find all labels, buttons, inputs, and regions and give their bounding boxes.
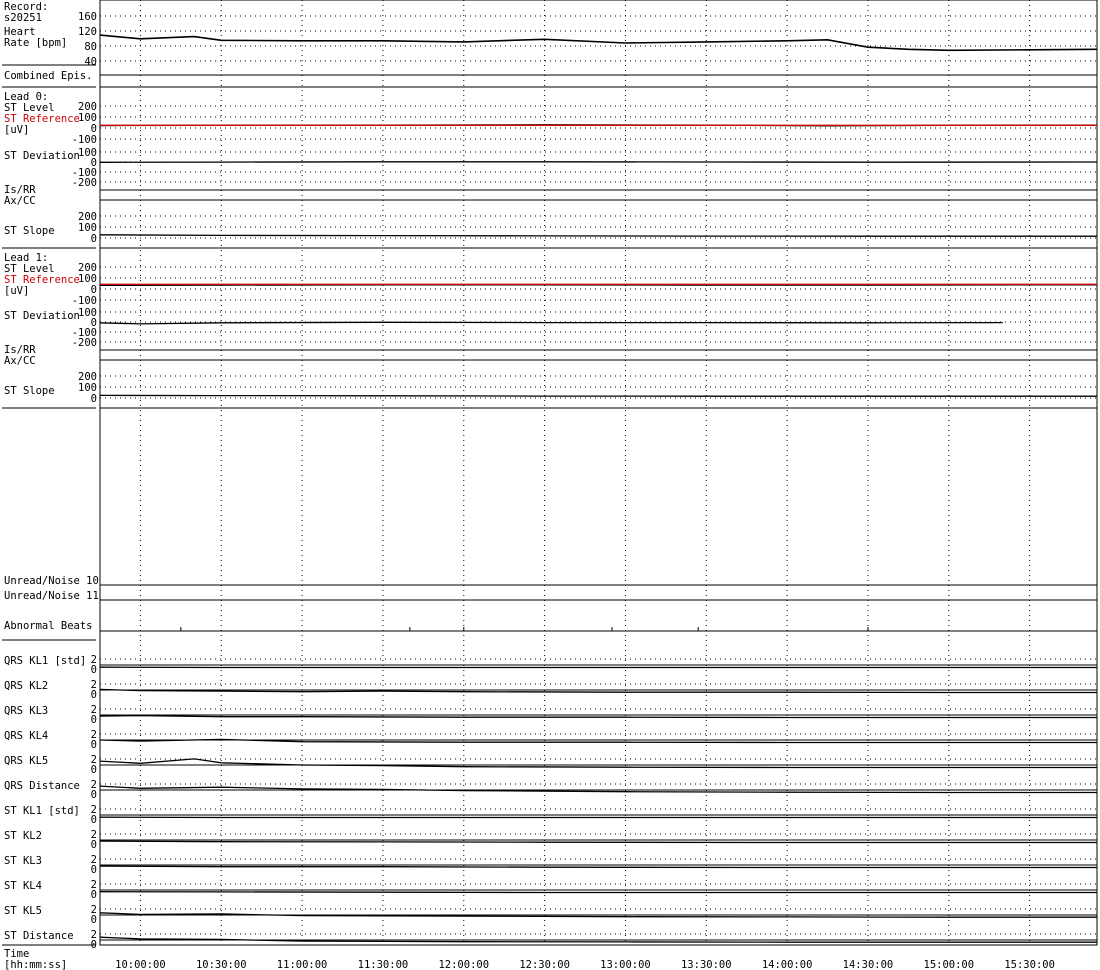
y-tick-label-qrs_kl1: 0 xyxy=(91,664,97,676)
panel-label-hr: Rate [bpm] xyxy=(4,37,67,49)
panel-label-qrs_kl2: QRS KL2 xyxy=(4,680,48,692)
panel-label-lead1_dev: ST Deviation xyxy=(4,310,80,322)
panel-labels: HeartRate [bpm]1601208040Combined Epis.L… xyxy=(4,11,99,951)
series-st_kl2 xyxy=(99,840,1097,844)
panel-label-lead1_level: [uV] xyxy=(4,285,29,297)
y-tick-label-qrs_kl3: 0 xyxy=(91,714,97,726)
y-tick-label-hr: 120 xyxy=(78,26,97,38)
y-tick-label-lead0_dev: -200 xyxy=(72,177,97,189)
panel-label-lead0_level: [uV] xyxy=(4,124,29,136)
y-tick-label-lead1_level: -100 xyxy=(72,295,97,307)
series-qrs_kl3 xyxy=(99,714,1097,719)
panel-label-noise11: Unread/Noise 11 xyxy=(4,590,99,602)
time-tick-label: 14:00:00 xyxy=(762,959,813,970)
panel-label-st_dist: ST Distance xyxy=(4,930,74,942)
series-lead1_dev xyxy=(99,321,1003,325)
y-tick-label-st_kl3: 0 xyxy=(91,864,97,876)
panel-label-st_kl4: ST KL4 xyxy=(4,880,42,892)
time-tick-label: 13:30:00 xyxy=(681,959,732,970)
time-tick-label: 11:00:00 xyxy=(277,959,328,970)
y-tick-label-lead0_level: -100 xyxy=(72,134,97,146)
time-tick-label: 10:30:00 xyxy=(196,959,247,970)
y-tick-label-lead1_slope: 0 xyxy=(91,393,97,405)
panel-label-qrs_kl4: QRS KL4 xyxy=(4,730,48,742)
panel-label-combined: Combined Epis. xyxy=(4,70,93,82)
panel-label-qrs_kl1: QRS KL1 [std] xyxy=(4,655,86,667)
y-tick-label-st_kl5: 0 xyxy=(91,914,97,926)
panel-label-st_kl5: ST KL5 xyxy=(4,905,42,917)
panel-label-qrs_dist: QRS Distance xyxy=(4,780,80,792)
time-tick-label: 10:00:00 xyxy=(115,959,166,970)
series-st_kl3 xyxy=(99,865,1097,869)
st-analysis-chart: 10:00:00 10:30:00 11:00:00 11:30:00 12:00:00… xyxy=(2,0,1098,970)
time-tick-label: 12:30:00 xyxy=(519,959,570,970)
panel-label-lead1_slope: ST Slope xyxy=(4,385,55,397)
record-id: s20251 xyxy=(4,12,42,24)
series-st_kl4 xyxy=(99,891,1097,894)
traces xyxy=(99,34,1098,943)
y-tick-label-qrs_kl4: 0 xyxy=(91,739,97,751)
y-tick-label-qrs_kl2: 0 xyxy=(91,689,97,701)
y-tick-label-st_kl1: 0 xyxy=(91,814,97,826)
y-tick-label-st_kl2: 0 xyxy=(91,839,97,851)
series-lead0_slope xyxy=(99,234,1097,237)
panel-label-lead1_isrr: Ax/CC xyxy=(4,355,36,367)
series-qrs_dist xyxy=(99,785,1097,794)
panel-label-abnormal: Abnormal Beats xyxy=(4,620,93,632)
y-tick-label-hr: 40 xyxy=(84,56,97,68)
panel-label-st_kl3: ST KL3 xyxy=(4,855,42,867)
panel-label-st_kl1: ST KL1 [std] xyxy=(4,805,80,817)
y-tick-label-qrs_kl5: 0 xyxy=(91,764,97,776)
series-lead0_dev xyxy=(99,161,1098,163)
series-hr xyxy=(99,34,1098,52)
time-tick-label: 15:00:00 xyxy=(924,959,975,970)
time-grid: 10:00:00 10:30:00 11:00:00 11:30:00 12:00:00… xyxy=(100,0,1097,970)
panel-label-qrs_kl5: QRS KL5 xyxy=(4,755,48,767)
panel-label-lead0_isrr: Ax/CC xyxy=(4,195,36,207)
plot-border xyxy=(99,0,1098,946)
time-tick-label: 11:30:00 xyxy=(358,959,409,970)
time-tick-label: 13:00:00 xyxy=(600,959,651,970)
y-tick-label-st_dist: 0 xyxy=(91,939,97,951)
panel-label-noise10: Unread/Noise 10 xyxy=(4,575,99,587)
y-tick-label-hr: 160 xyxy=(78,11,97,23)
panel-label-qrs_kl3: QRS KL3 xyxy=(4,705,48,717)
plot-frame xyxy=(2,0,1098,946)
time-tick-label: 12:00:00 xyxy=(438,959,489,970)
y-tick-label-hr: 80 xyxy=(84,41,97,53)
time-axis-unit: [hh:mm:ss] xyxy=(4,959,67,970)
y-tick-label-qrs_dist: 0 xyxy=(91,789,97,801)
series-lead1_slope xyxy=(99,394,1097,397)
panel-label-st_kl2: ST KL2 xyxy=(4,830,42,842)
time-tick-label: 14:30:00 xyxy=(843,959,894,970)
panel-label-lead0_dev: ST Deviation xyxy=(4,150,80,162)
time-tick-label: 15:30:00 xyxy=(1004,959,1055,970)
series-qrs_kl5 xyxy=(99,758,1097,769)
y-tick-label-lead1_dev: -200 xyxy=(72,337,97,349)
y-tick-label-lead0_slope: 0 xyxy=(91,233,97,245)
y-tick-label-st_kl4: 0 xyxy=(91,889,97,901)
panel-label-lead0_slope: ST Slope xyxy=(4,225,55,237)
